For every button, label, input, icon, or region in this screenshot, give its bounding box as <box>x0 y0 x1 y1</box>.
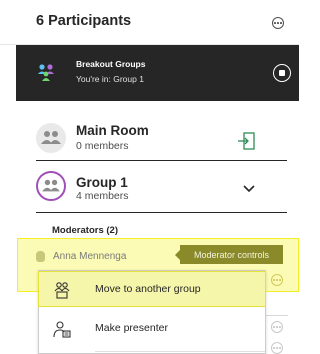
moderator-controls-menu: Move to another group Make presenter <box>38 270 266 354</box>
group-name: Main Room <box>76 123 149 138</box>
moderator-controls-tooltip: Moderator controls <box>175 245 283 264</box>
menu-divider <box>95 351 265 352</box>
group-divider <box>36 212 287 213</box>
chevron-down-icon[interactable] <box>243 185 255 193</box>
row-divider <box>266 315 288 316</box>
more-options-icon[interactable] <box>271 274 283 286</box>
more-options-icon[interactable] <box>271 321 283 333</box>
make-presenter-item[interactable]: Make presenter <box>39 311 265 347</box>
group-row-main-room[interactable]: Main Room 0 members <box>0 119 299 171</box>
join-room-icon[interactable] <box>236 131 256 151</box>
menu-item-label: Move to another group <box>95 283 201 295</box>
group-divider <box>36 160 287 161</box>
group-avatar <box>36 171 66 201</box>
group-member-count: 0 members <box>76 140 129 152</box>
breakout-title: Breakout Groups <box>76 59 146 69</box>
group-people-icon <box>41 131 61 144</box>
breakout-groups-banner: Breakout Groups You're in: Group 1 <box>16 45 299 101</box>
move-to-another-group-item[interactable]: Move to another group <box>38 271 266 307</box>
participants-count-title: 6 Participants <box>36 13 132 29</box>
group-name: Group 1 <box>76 175 128 190</box>
participants-header: 6 Participants <box>0 0 299 45</box>
breakout-groups-icon <box>38 64 54 81</box>
group-people-icon <box>42 179 60 192</box>
tooltip-text: Moderator controls <box>193 249 270 260</box>
group-avatar <box>36 123 66 153</box>
participant-name: Anna Mennenga <box>53 251 127 262</box>
group-member-count: 4 members <box>76 190 129 202</box>
breakout-current-group: You're in: Group 1 <box>76 74 144 84</box>
more-options-icon[interactable] <box>272 17 284 29</box>
more-options-icon[interactable] <box>271 342 283 354</box>
presenter-icon <box>53 321 71 338</box>
move-group-icon <box>54 282 70 299</box>
participant-status-icon <box>36 251 45 262</box>
moderators-section-label: Moderators (2) <box>52 225 118 236</box>
stop-icon[interactable] <box>273 64 291 82</box>
menu-item-label: Make presenter <box>95 322 168 334</box>
